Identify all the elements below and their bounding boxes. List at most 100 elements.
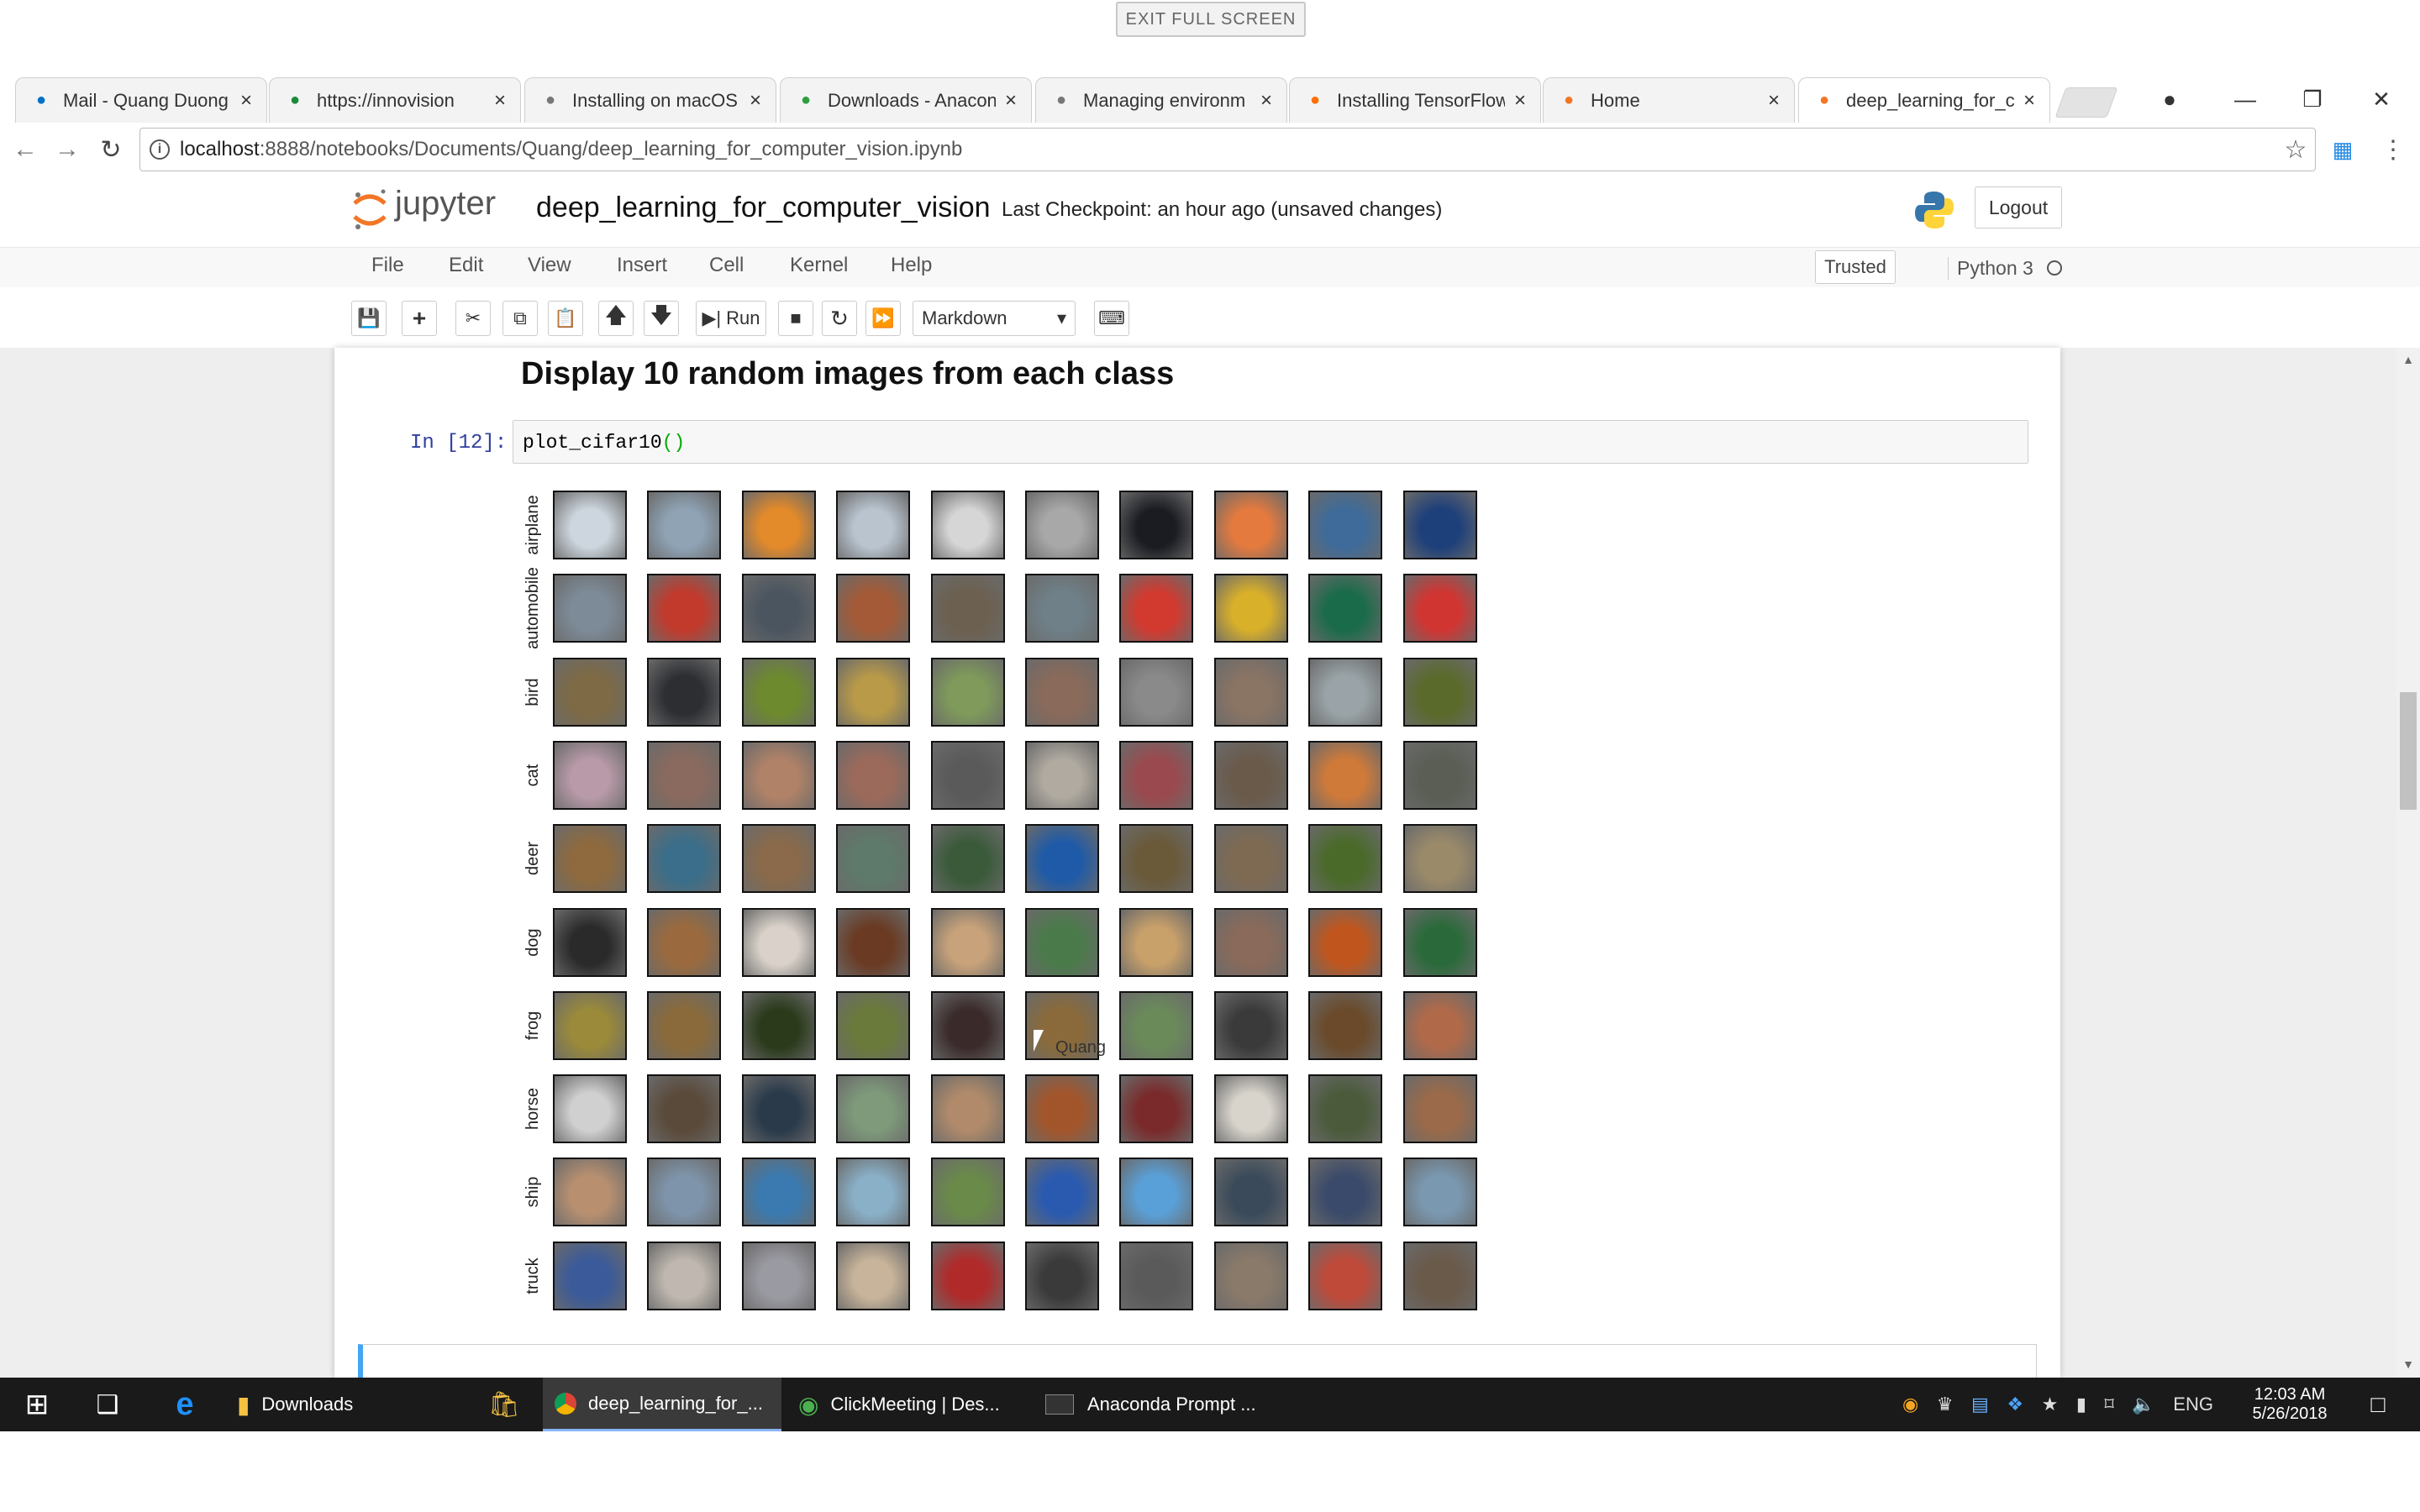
menu-help[interactable]: Help [891,254,932,277]
store-icon[interactable]: 🛍 [479,1378,529,1431]
move-down-icon[interactable]: 🡇 [644,301,679,336]
tab-4[interactable]: ● Downloads - Anacon × [780,77,1032,123]
tab-title: https://innovision [317,89,455,111]
forward-icon[interactable]: → [50,133,84,166]
insert-cell-icon[interactable]: + [402,301,437,336]
taskbar-downloads[interactable]: ▮ Downloads [237,1378,447,1431]
tray-media-icon[interactable]: ◉ [1902,1394,1918,1415]
keyboard-icon[interactable]: ⌨ [1094,301,1129,336]
tray-language[interactable]: ENG [2173,1394,2213,1415]
close-tab-icon[interactable]: × [2019,89,2039,113]
close-window-icon[interactable]: ✕ [2365,82,2398,116]
back-icon[interactable]: ← [8,133,42,166]
trusted-indicator[interactable]: Trusted [1815,250,1896,284]
taskbar-clickmeeting[interactable]: ◉ ClickMeeting | Des... [798,1378,1042,1431]
image-truck-6 [1025,1242,1099,1310]
jupyter-logo-icon[interactable] [351,188,388,232]
taskbar-anaconda-prompt[interactable]: Anaconda Prompt ... [1045,1378,1289,1431]
tray-dropbox-icon[interactable]: ❖ [2007,1394,2023,1415]
tray-notes-icon[interactable]: ▤ [1971,1394,1989,1415]
restart-icon[interactable]: ↻ [822,301,857,336]
tab-3[interactable]: ● Installing on macOS × [524,77,776,123]
tab-2[interactable]: ● https://innovision × [269,77,521,123]
cut-icon[interactable]: ✂ [455,301,491,336]
notebook-name[interactable]: deep_learning_for_computer_vision [536,192,991,224]
bookmark-star-icon[interactable]: ☆ [2279,133,2312,166]
notifications-icon[interactable]: □ [2353,1378,2403,1431]
close-tab-icon[interactable]: × [1510,89,1530,113]
info-icon[interactable]: i [150,139,170,160]
tray-bluetooth-icon[interactable]: ★ [2042,1394,2059,1415]
close-tab-icon[interactable]: × [1764,89,1784,113]
move-up-icon[interactable]: 🡅 [598,301,634,336]
anaconda-icon: ● [800,91,812,109]
image-ship-9 [1308,1158,1382,1226]
new-tab-button[interactable] [2054,87,2118,118]
mouse-cursor-icon [1034,1030,1044,1052]
tab-1[interactable]: ● Mail - Quang Duong × [15,77,267,123]
clock[interactable]: 12:03 AM 5/26/2018 [2244,1378,2336,1431]
scrollbar[interactable] [2396,348,2420,1378]
menu-file[interactable]: File [371,254,404,277]
tab-title: Managing environm [1083,89,1246,111]
menu-dots-icon[interactable]: ⋮ [2376,133,2410,166]
close-tab-icon[interactable]: × [490,89,510,113]
jupyter-logo-text[interactable]: jupyter [395,185,496,223]
menu-view[interactable]: View [528,254,571,277]
save-icon[interactable]: 💾 [351,301,387,336]
menu-kernel[interactable]: Kernel [790,254,848,277]
code-text[interactable]: plot_cifar10() [523,432,685,454]
scrollbar-thumb[interactable] [2400,692,2417,810]
next-cell[interactable] [358,1344,2037,1381]
kernel-name[interactable]: Python 3 [1948,257,2033,280]
close-tab-icon[interactable]: × [1256,89,1276,113]
tray-wifi-icon[interactable]: ⌑ [2105,1394,2114,1415]
image-frog-2 [647,991,721,1060]
code-cell-input[interactable] [513,420,2028,464]
url-text[interactable]: localhost:8888/notebooks/Documents/Quang… [180,138,962,161]
minimize-icon[interactable]: — [2228,82,2262,116]
task-view-icon[interactable]: ❑ [82,1378,133,1431]
image-horse-10 [1403,1074,1477,1143]
tab-5[interactable]: ● Managing environm × [1035,77,1287,123]
scroll-down-icon[interactable]: ▼ [2400,1356,2417,1373]
edge-icon[interactable]: e [160,1378,210,1431]
copy-icon[interactable]: ⧉ [502,301,538,336]
profile-icon[interactable]: ● [2153,82,2186,116]
taskbar-chrome[interactable]: deep_learning_for_... [543,1378,781,1431]
paste-icon[interactable]: 📋 [548,301,583,336]
run-button[interactable]: ▶| Run [696,301,766,336]
image-bird-2 [647,658,721,727]
markdown-heading[interactable]: Display 10 random images from each class [521,356,1174,392]
restore-icon[interactable]: ❐ [2296,82,2329,116]
reload-icon[interactable]: ↻ [94,133,128,166]
extension-icon[interactable]: ▦ [2326,133,2360,166]
close-tab-icon[interactable]: × [1001,89,1021,113]
windows-start-icon[interactable]: ⊞ [12,1378,62,1431]
tray-volume-icon[interactable]: 🔈 [2132,1394,2154,1415]
menu-insert[interactable]: Insert [617,254,667,277]
menu-edit[interactable]: Edit [449,254,483,277]
tab-8[interactable]: ● deep_learning_for_c × [1798,77,2050,123]
fast-forward-icon[interactable]: ⏩ [865,301,901,336]
stop-icon[interactable]: ■ [778,301,813,336]
image-truck-2 [647,1242,721,1310]
exit-fullscreen-button[interactable]: EXIT FULL SCREEN [1116,2,1306,37]
tab-6[interactable]: ● Installing TensorFlow × [1289,77,1541,123]
logout-button[interactable]: Logout [1975,186,2062,228]
tray-people-icon[interactable]: ♛ [1937,1394,1954,1415]
image-dog-2 [647,908,721,977]
tray-battery-icon[interactable]: ▮ [2076,1394,2086,1415]
scroll-up-icon[interactable]: ▲ [2400,351,2417,368]
close-tab-icon[interactable]: × [745,89,765,113]
tab-title: Downloads - Anacon [828,89,996,111]
close-tab-icon[interactable]: × [236,89,256,113]
page-icon: ● [544,91,556,109]
menu-cell[interactable]: Cell [709,254,744,277]
class-label-automobile: automobile [523,567,542,650]
class-label-airplane: airplane [523,495,542,555]
image-automobile-8 [1214,574,1288,643]
class-label-dog: dog [523,927,542,957]
cell-type-select[interactable]: Markdown ▾ [913,301,1076,336]
tab-7[interactable]: ● Home × [1543,77,1795,123]
